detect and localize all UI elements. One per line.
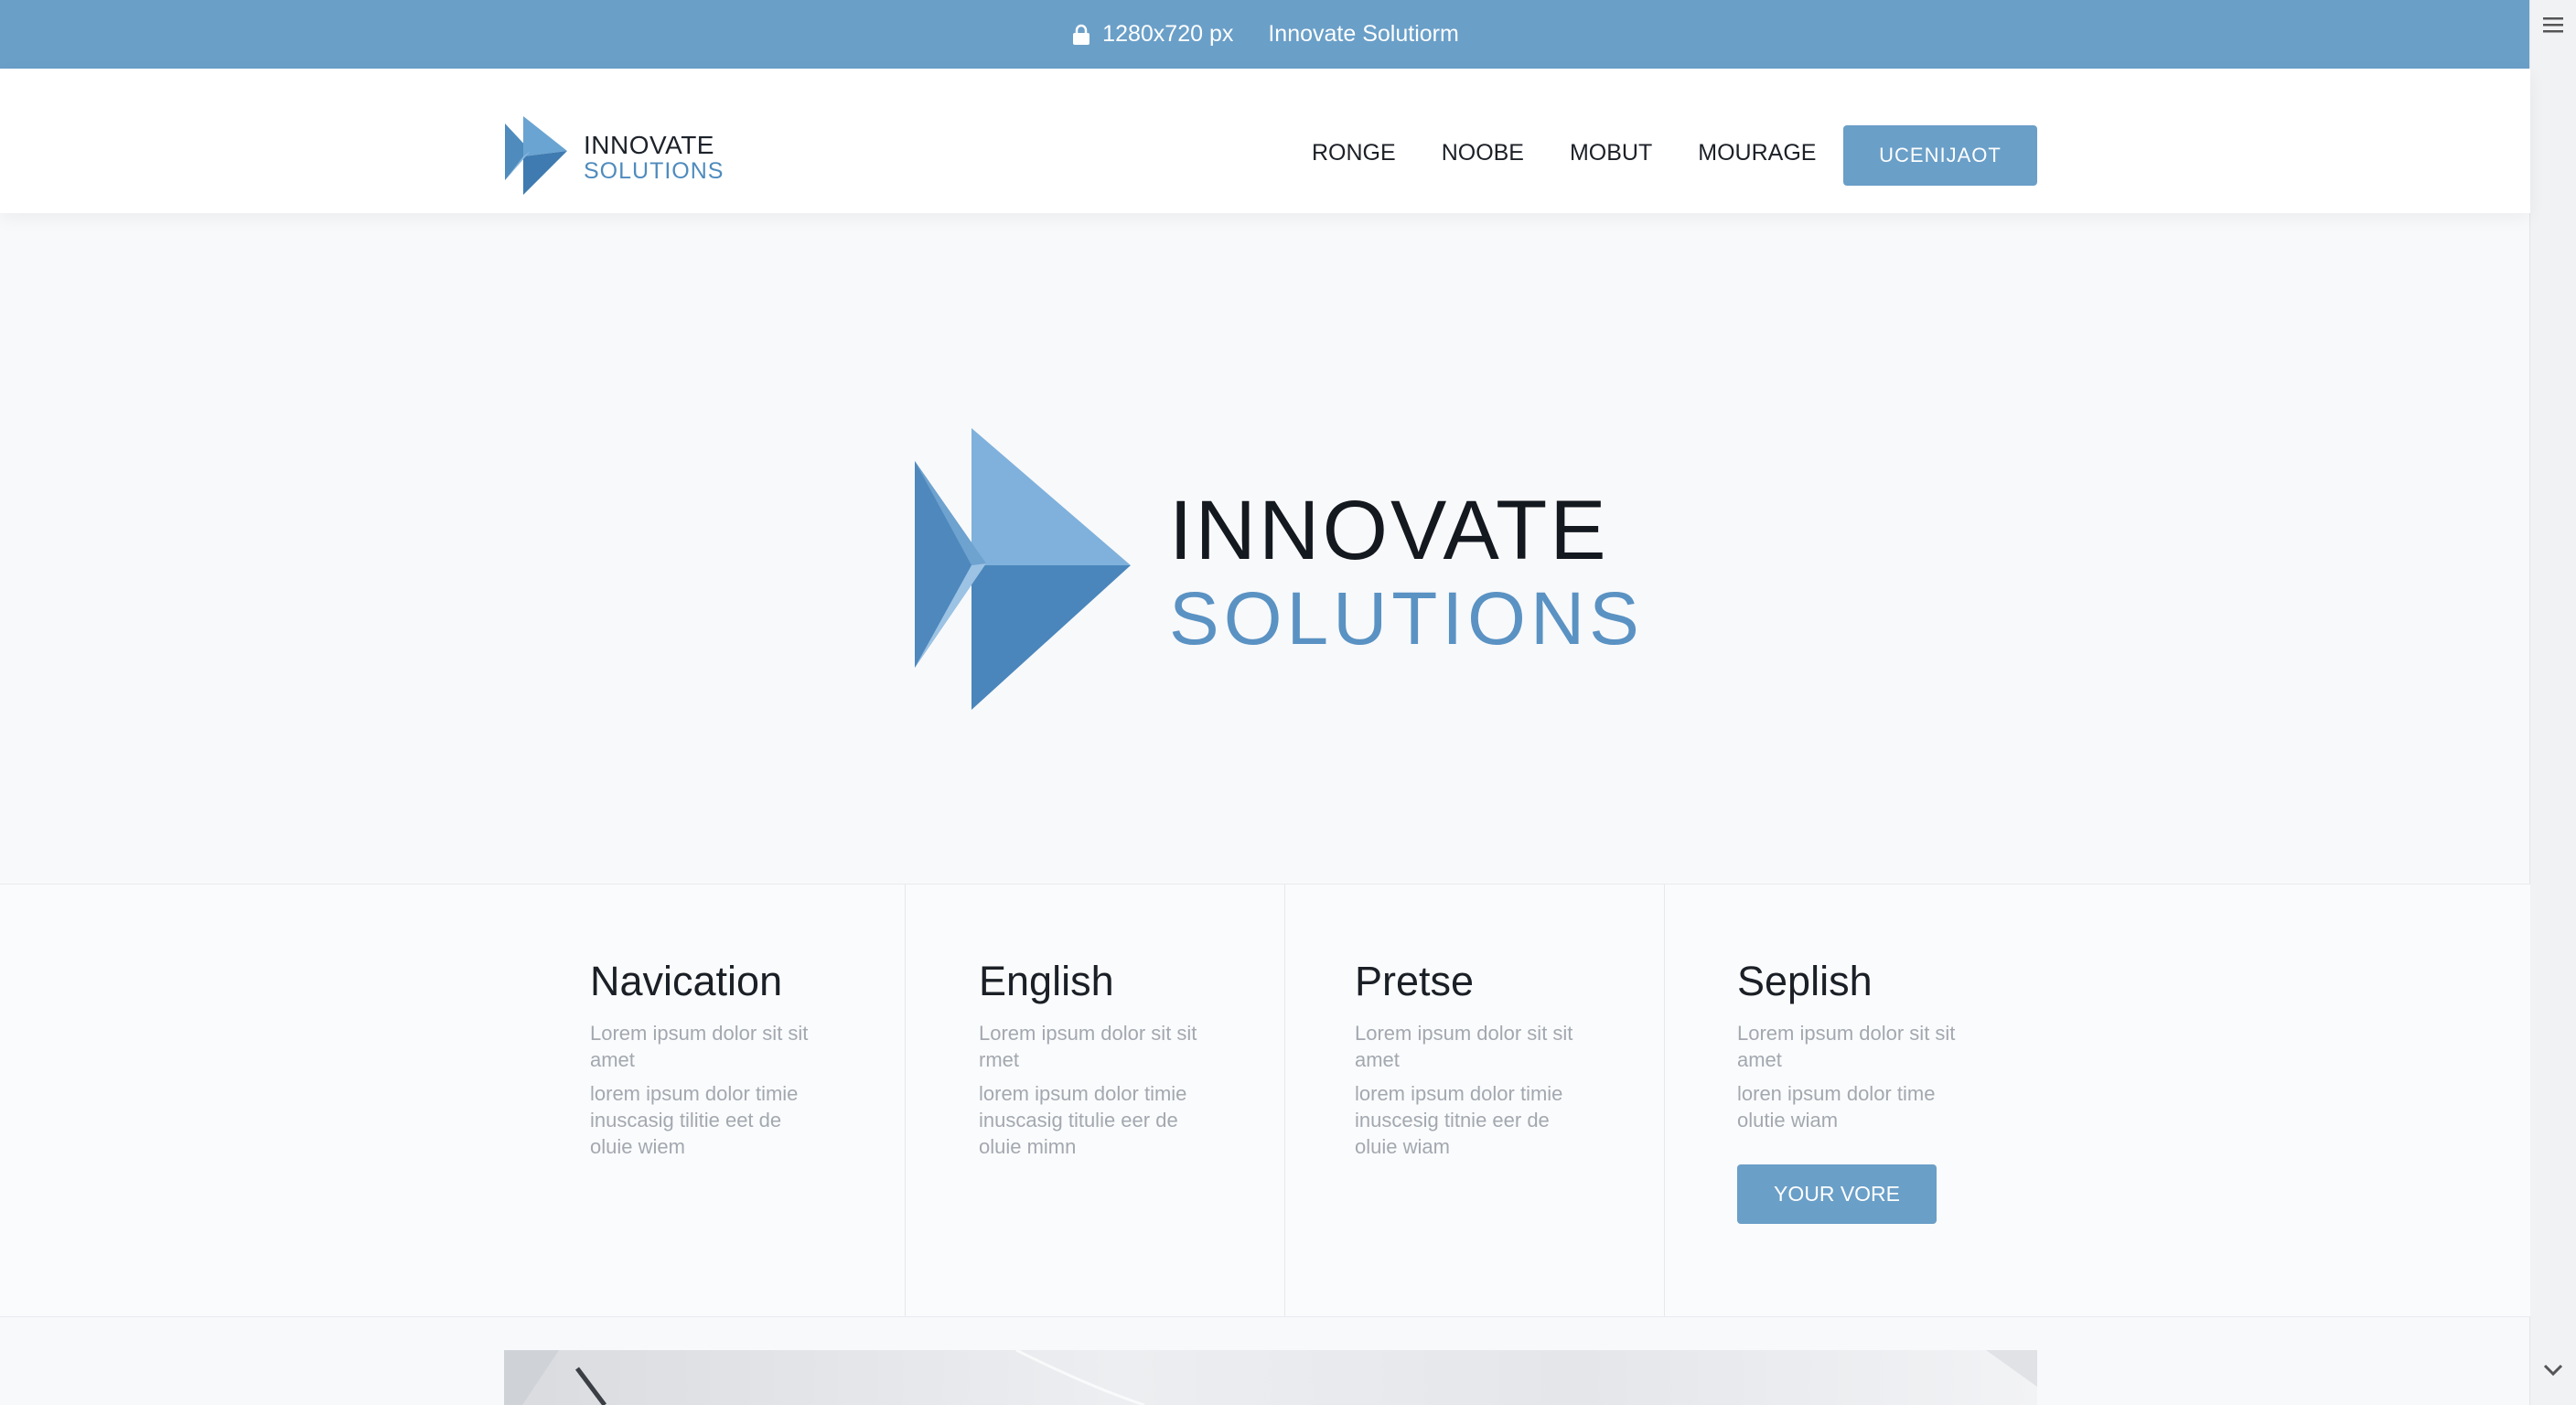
site-header: INNOVATE SOLUTIONS RONGE NOOBE MOBUT MOU… [0,69,2530,213]
header-logo[interactable]: INNOVATE SOLUTIONS [503,114,724,201]
header-cta-button[interactable]: UCENIJAOT [1843,125,2037,186]
feature-text: lorem ipsum dolor timie inuscesig titnie… [1355,1082,1563,1158]
feature-column: Pretse Lorem ipsum dolor sit sit amet lo… [1284,885,1665,1316]
browser-top-bar: 1280x720 px Innovate Solutiorm [0,0,2530,69]
hero-title-line-1: INNOVATE [1169,483,1609,577]
hero-logo: INNOVATE SOLUTIONS [915,428,1644,716]
nav-item-ronge[interactable]: RONGE [1312,140,1396,166]
nav-item-mobut[interactable]: MOBUT [1570,140,1652,166]
feature-column: Navication Lorem ipsum dolor sit sit ame… [590,885,905,1316]
feature-title: Navication [590,958,783,1004]
feature-text: loren ipsum dolor time olutie wiam [1737,1082,1936,1132]
feature-title: Seplish [1737,958,1873,1004]
logo-line-2: SOLUTIONS [584,158,724,184]
nav-item-mourage[interactable]: MOURAGE [1698,140,1816,166]
hero-section: INNOVATE SOLUTIONS [0,213,2530,884]
nav-item-noobe[interactable]: NOOBE [1442,140,1524,166]
preview-image [504,1350,2037,1405]
chevron-down-icon[interactable] [2543,1364,2563,1381]
feature-title: Pretse [1355,958,1475,1004]
size-label: 1280x720 px [1102,21,1234,47]
feature-column: Seplish Lorem ipsum dolor sit sit amet l… [1664,885,2049,1316]
site-title: Innovate Solutiorm [1268,21,1459,47]
features-section: Navication Lorem ipsum dolor sit sit ame… [0,884,2530,1317]
lock-icon [1071,24,1091,46]
scrollbar[interactable] [2529,0,2576,1405]
main-nav: RONGE NOOBE MOBUT MOURAGE [1312,140,1816,166]
feature-title: English [979,958,1114,1004]
feature-action-button[interactable]: YOUR VORE [1737,1164,1937,1224]
feature-text: lorem ipsum dolor timie inuscasig tiliti… [590,1082,799,1158]
logo-line-1: INNOVATE [584,131,714,159]
size-indicator: 1280x720 px [1071,21,1233,48]
feature-text: Lorem ipsum dolor sit sit amet [1737,1022,1956,1071]
feature-column: English Lorem ipsum dolor sit sit rmet l… [905,885,1285,1316]
feature-text: Lorem ipsum dolor sit sit rmet [979,1022,1197,1071]
feature-text: Lorem ipsum dolor sit sit amet [590,1022,809,1071]
feature-text: lorem ipsum dolor timie inuscasig tituli… [979,1082,1187,1158]
logo-mark-icon [503,114,576,201]
hamburger-menu-icon[interactable] [2543,16,2563,38]
logo-mark-icon [915,428,1134,716]
feature-text: Lorem ipsum dolor sit sit amet [1355,1022,1573,1071]
hero-title-line-2: SOLUTIONS [1169,576,1644,660]
